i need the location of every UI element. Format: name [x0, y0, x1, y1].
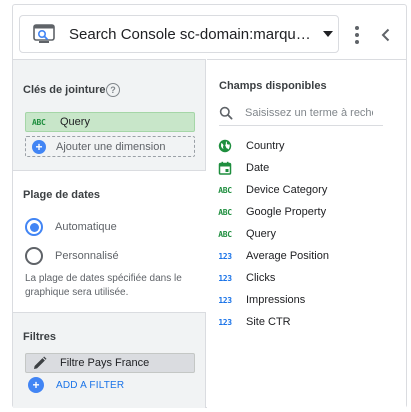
number-type-icon: 123 — [217, 248, 233, 264]
field-item-average-position[interactable]: 123 Average Position — [217, 245, 397, 267]
number-type-label: 123 — [218, 295, 232, 305]
dropdown-caret-icon — [323, 31, 333, 37]
field-item-date[interactable]: Date — [217, 157, 397, 179]
field-list: Country Date ABC Device Category ABC Goo… — [217, 135, 397, 333]
field-label: Country — [246, 140, 285, 152]
text-type-label: ABC — [218, 229, 232, 239]
field-item-site-ctr[interactable]: 123 Site CTR — [217, 311, 397, 333]
field-item-query[interactable]: ABC Query — [217, 223, 397, 245]
field-search-input[interactable] — [245, 106, 373, 119]
filters-title: Filtres — [23, 331, 57, 343]
search-icon — [219, 106, 233, 120]
filter-label: Filtre Pays France — [60, 357, 150, 369]
field-label: Site CTR — [246, 316, 291, 328]
join-keys-title: Clés de jointure — [23, 84, 106, 96]
source-row: Search Console sc-domain:marques... — [19, 15, 401, 55]
radio-custom-label: Personnalisé — [55, 250, 119, 262]
add-dimension-button[interactable]: + Ajouter une dimension — [25, 136, 195, 157]
blend-data-panel: Search Console sc-domain:marques... Clés… — [12, 4, 407, 408]
text-type-label: ABC — [218, 185, 232, 195]
available-fields-column: Champs disponibles Country — [207, 59, 406, 408]
join-key-chip[interactable]: ABC Query — [25, 112, 195, 132]
radio-custom[interactable]: Personnalisé — [25, 247, 119, 265]
date-range-title: Plage de dates — [23, 189, 101, 201]
text-type-icon: ABC — [217, 226, 233, 242]
radio-button-checked[interactable] — [25, 218, 43, 236]
field-label: Google Property — [246, 206, 327, 218]
join-key-label: Query — [60, 116, 90, 128]
date-range-section: Plage de dates Automatique Personnalisé … — [13, 171, 206, 312]
field-item-country[interactable]: Country — [217, 135, 397, 157]
more-options-icon[interactable] — [349, 24, 365, 46]
field-label: Date — [246, 162, 270, 174]
number-type-icon: 123 — [217, 292, 233, 308]
text-type-icon: ABC — [217, 204, 233, 220]
field-item-impressions[interactable]: 123 Impressions — [217, 289, 397, 311]
add-dimension-label: Ajouter une dimension — [56, 140, 166, 153]
globe-icon — [217, 138, 233, 154]
search-console-icon — [31, 21, 57, 47]
text-type-icon: ABC — [217, 182, 233, 198]
data-source-name: Search Console sc-domain:marques... — [69, 25, 315, 43]
text-type-label: ABC — [218, 207, 232, 217]
number-type-icon: 123 — [217, 314, 233, 330]
calendar-icon — [217, 160, 233, 176]
field-search — [219, 100, 383, 126]
field-label: Average Position — [246, 250, 329, 262]
number-type-label: 123 — [218, 317, 232, 327]
field-item-google-property[interactable]: ABC Google Property — [217, 201, 397, 223]
pencil-icon[interactable] — [32, 355, 48, 371]
text-type-icon: ABC — [32, 117, 46, 127]
filter-chip[interactable]: Filtre Pays France — [25, 353, 195, 373]
field-label: Clicks — [246, 272, 276, 284]
join-keys-section: Clés de jointure ? ABC Query + Ajouter u… — [13, 60, 206, 170]
field-label: Device Category — [246, 184, 328, 196]
add-filter-button[interactable]: + ADD A FILTER — [28, 377, 124, 393]
number-type-icon: 123 — [217, 270, 233, 286]
field-label: Query — [246, 228, 276, 240]
field-item-device-category[interactable]: ABC Device Category — [217, 179, 397, 201]
plus-icon: + — [28, 377, 44, 393]
number-type-label: 123 — [218, 251, 232, 261]
radio-automatic[interactable]: Automatique — [25, 218, 117, 236]
data-source-dropdown[interactable]: Search Console sc-domain:marques... — [19, 15, 339, 53]
field-label: Impressions — [246, 294, 306, 306]
field-item-clicks[interactable]: 123 Clicks — [217, 267, 397, 289]
help-icon[interactable]: ? — [106, 83, 120, 97]
configuration-column: Clés de jointure ? ABC Query + Ajouter u… — [13, 59, 206, 408]
radio-button[interactable] — [25, 247, 43, 265]
add-filter-label: ADD A FILTER — [56, 379, 125, 391]
plus-icon: + — [32, 139, 46, 154]
available-fields-title: Champs disponibles — [219, 80, 327, 92]
date-range-note: La plage de dates spécifiée dans le grap… — [25, 273, 182, 298]
chevron-left-icon[interactable] — [376, 25, 396, 45]
radio-automatic-label: Automatique — [55, 221, 117, 233]
number-type-label: 123 — [218, 273, 232, 283]
